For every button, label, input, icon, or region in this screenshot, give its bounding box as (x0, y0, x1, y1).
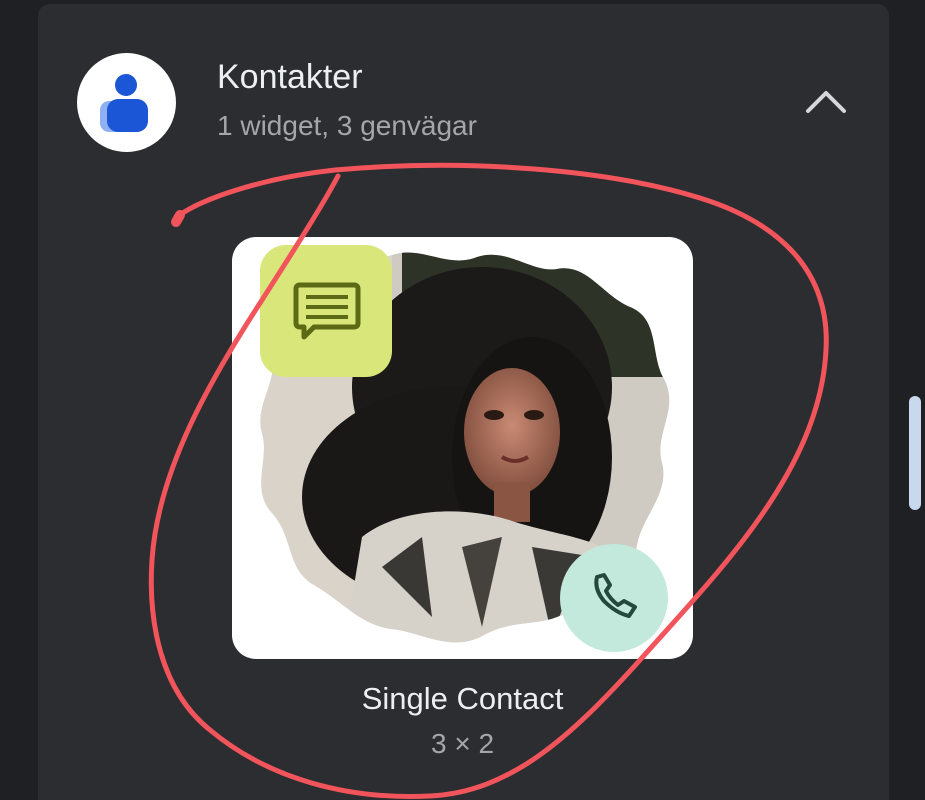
contacts-app-icon (77, 53, 176, 152)
widget-preview-art (260, 245, 670, 652)
screen: Kontakter 1 widget, 3 genvägar Single Co… (0, 0, 925, 800)
message-button-bg (260, 245, 392, 377)
call-button-bg (560, 544, 668, 652)
app-subtitle: 1 widget, 3 genvägar (217, 110, 477, 141)
scrollbar-thumb[interactable] (909, 396, 921, 510)
contacts-person-icon (100, 74, 148, 132)
widget-name: Single Contact (361, 681, 564, 716)
single-contact-widget-preview[interactable] (232, 237, 693, 659)
chevron-up-icon (806, 91, 846, 113)
collapse-button[interactable] (798, 78, 854, 128)
app-title: Kontakter (217, 58, 363, 96)
widget-size: 3 × 2 (430, 728, 495, 759)
